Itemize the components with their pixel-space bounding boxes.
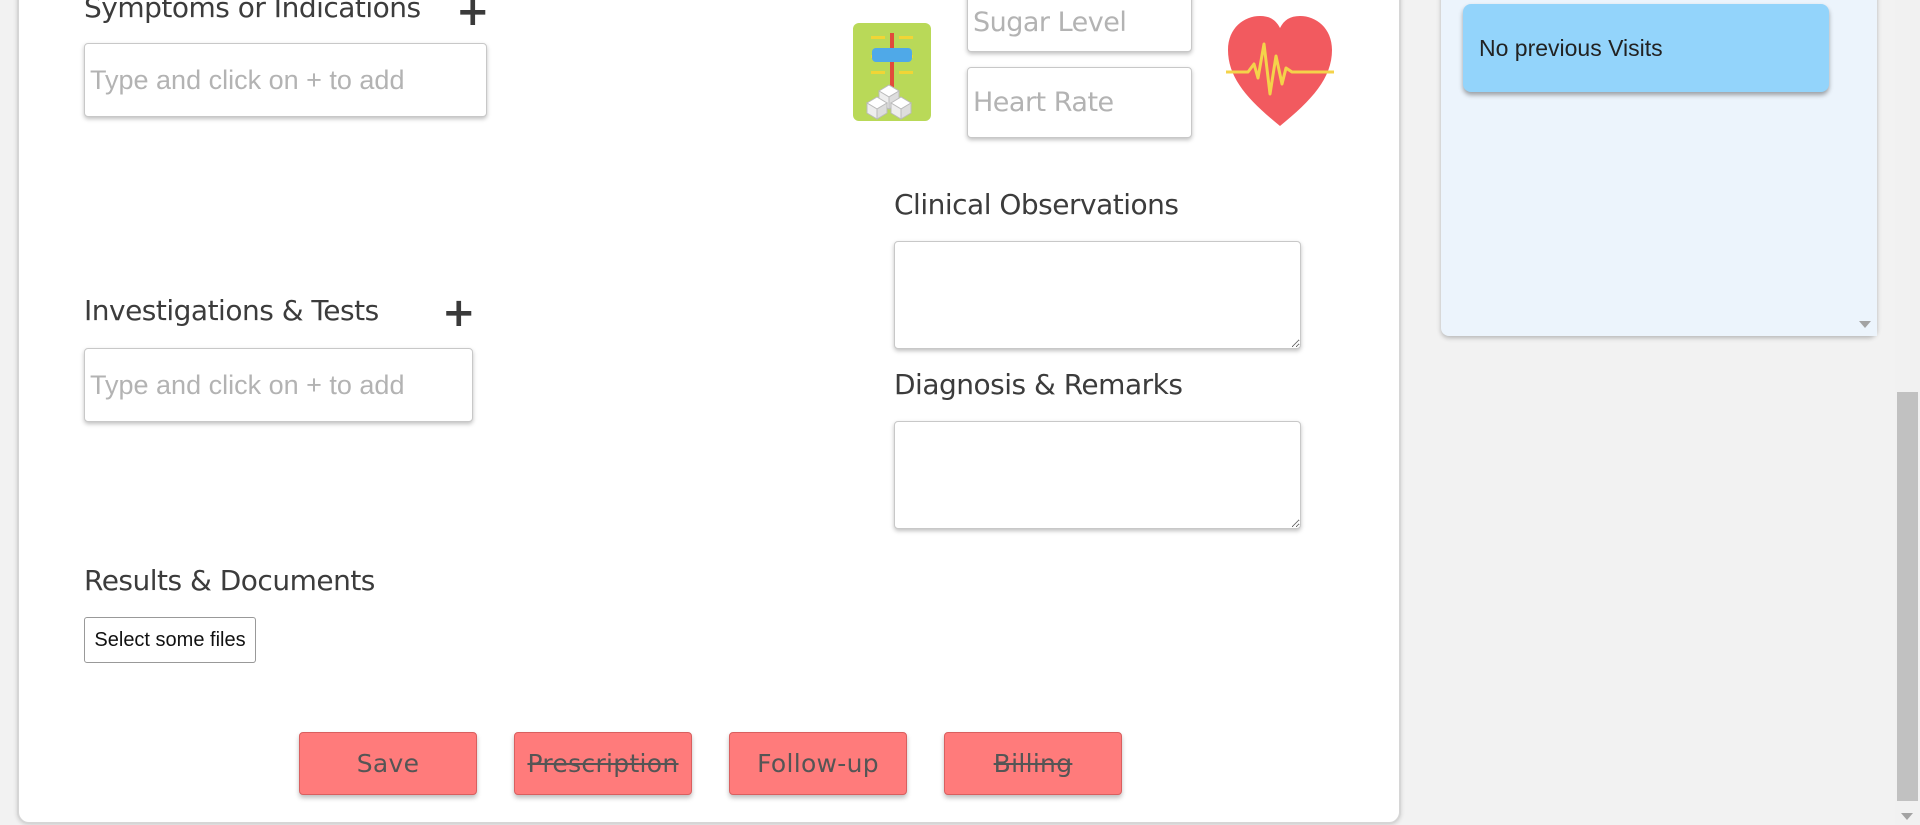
clinical-observations-label: Clinical Observations: [894, 188, 1179, 221]
billing-button[interactable]: Billing: [944, 732, 1122, 795]
investigations-label: Investigations & Tests: [84, 294, 379, 327]
prescription-button[interactable]: Prescription: [514, 732, 692, 795]
add-investigation-button[interactable]: +: [442, 293, 476, 333]
no-visits-message: No previous Visits: [1463, 4, 1829, 92]
heart-rate-icon: [1226, 14, 1334, 127]
select-files-button[interactable]: Select some files: [84, 617, 256, 663]
clinical-observations-textarea[interactable]: [894, 241, 1301, 349]
sugar-level-input[interactable]: [967, 0, 1192, 52]
investigations-input[interactable]: [84, 348, 473, 422]
heart-rate-input[interactable]: [967, 67, 1192, 138]
page-scrollbar-thumb[interactable]: [1897, 392, 1918, 801]
scroll-down-arrow-icon[interactable]: [1859, 321, 1871, 328]
diagnosis-textarea[interactable]: [894, 421, 1301, 529]
page-scroll-down-icon[interactable]: [1901, 813, 1913, 820]
symptoms-label: Symptoms or Indications: [84, 0, 421, 24]
sugar-level-icon: [853, 23, 931, 121]
add-symptom-button[interactable]: +: [456, 0, 490, 32]
results-label: Results & Documents: [84, 564, 375, 597]
followup-button[interactable]: Follow-up: [729, 732, 907, 795]
previous-visits-panel: No previous Visits: [1441, 0, 1877, 336]
diagnosis-label: Diagnosis & Remarks: [894, 368, 1183, 401]
symptoms-input[interactable]: [84, 43, 487, 117]
visits-scrollbar[interactable]: [1853, 0, 1877, 336]
page-scrollbar[interactable]: [1895, 0, 1920, 825]
save-button[interactable]: Save: [299, 732, 477, 795]
